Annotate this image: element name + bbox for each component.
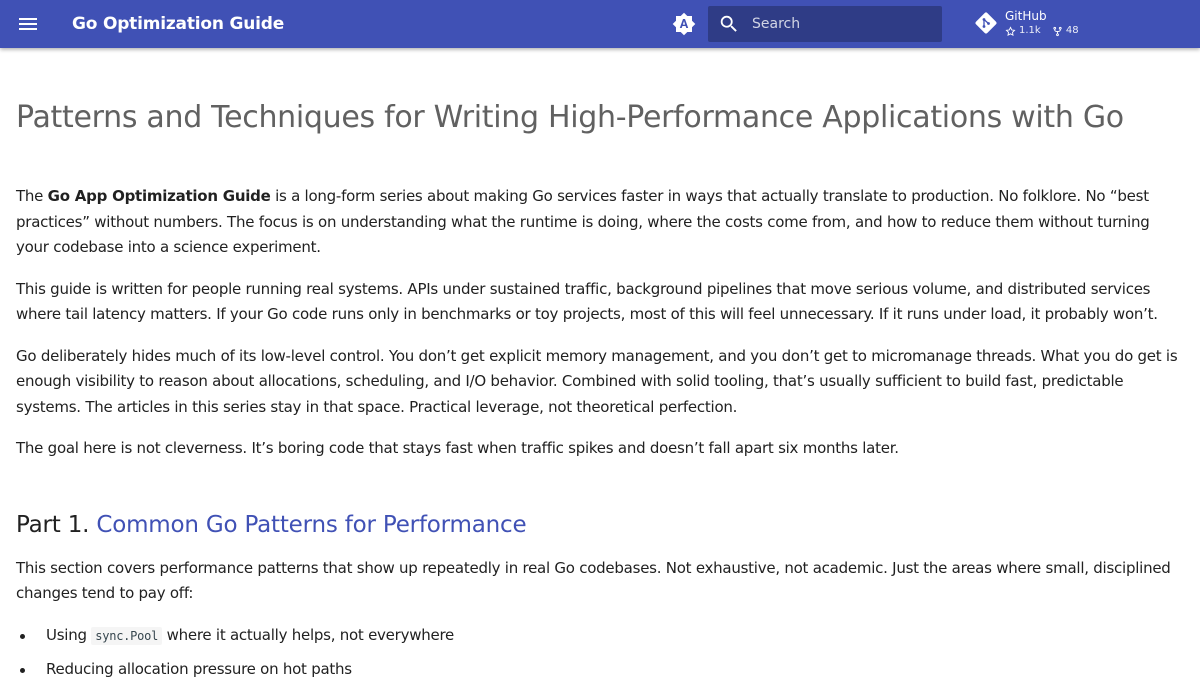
intro-paragraph-3: Go deliberately hides much of its low-le… <box>16 346 1178 416</box>
part1-prefix: Part 1. <box>16 511 97 538</box>
top-app-bar: Go Optimization Guide GitHub 1.1k <box>0 0 1200 48</box>
page-title: Patterns and Techniques for Writing High… <box>16 100 1124 135</box>
list-item: Reducing allocation pressure on hot path… <box>20 657 1184 683</box>
github-repo-link[interactable]: GitHub 1.1k 48 <box>974 8 1134 40</box>
part1-topics-list: Using sync.Pool where it actually helps,… <box>20 623 1184 683</box>
intro-paragraph-4: The goal here is not cleverness. It’s bo… <box>16 439 899 457</box>
star-icon <box>1005 25 1016 36</box>
search-input[interactable] <box>752 6 937 42</box>
intro-text-start: The <box>16 187 48 205</box>
forks-fact: 48 <box>1052 25 1079 37</box>
brightness-auto-icon[interactable] <box>672 12 696 36</box>
stars-fact: 1.1k <box>1005 25 1041 37</box>
guide-name: Go App Optimization Guide <box>47 187 271 205</box>
intro-paragraph-2: This guide is written for people running… <box>16 279 1158 324</box>
list-item: Using sync.Pool where it actually helps,… <box>20 623 1184 650</box>
forks-count: 48 <box>1065 25 1079 36</box>
item-text-after: where it actually helps, not everywhere <box>162 625 455 644</box>
inline-code: sync.Pool <box>91 626 163 645</box>
stars-count: 1.1k <box>1019 25 1041 36</box>
repo-name: GitHub <box>1005 9 1047 23</box>
item-text-before: Using <box>46 625 92 644</box>
part1-link[interactable]: Common Go Patterns for Performance <box>96 512 526 538</box>
search-icon <box>718 13 740 35</box>
hamburger-menu-icon[interactable] <box>16 12 40 36</box>
fork-icon <box>1053 26 1062 36</box>
git-icon <box>974 11 998 35</box>
site-title[interactable]: Go Optimization Guide <box>72 12 284 36</box>
intro-paragraph-1: The Go App Optimization Guide is a long-… <box>16 184 1184 261</box>
part1-heading: Part 1. Common Go Patterns for Performan… <box>16 508 1184 542</box>
part1-description: This section covers performance patterns… <box>16 558 1171 603</box>
repo-facts: 1.1k 48 <box>1005 25 1087 41</box>
item-text: Reducing allocation pressure on hot path… <box>46 660 352 678</box>
main-content: Patterns and Techniques for Writing High… <box>16 48 1184 691</box>
search-box[interactable] <box>708 6 942 42</box>
